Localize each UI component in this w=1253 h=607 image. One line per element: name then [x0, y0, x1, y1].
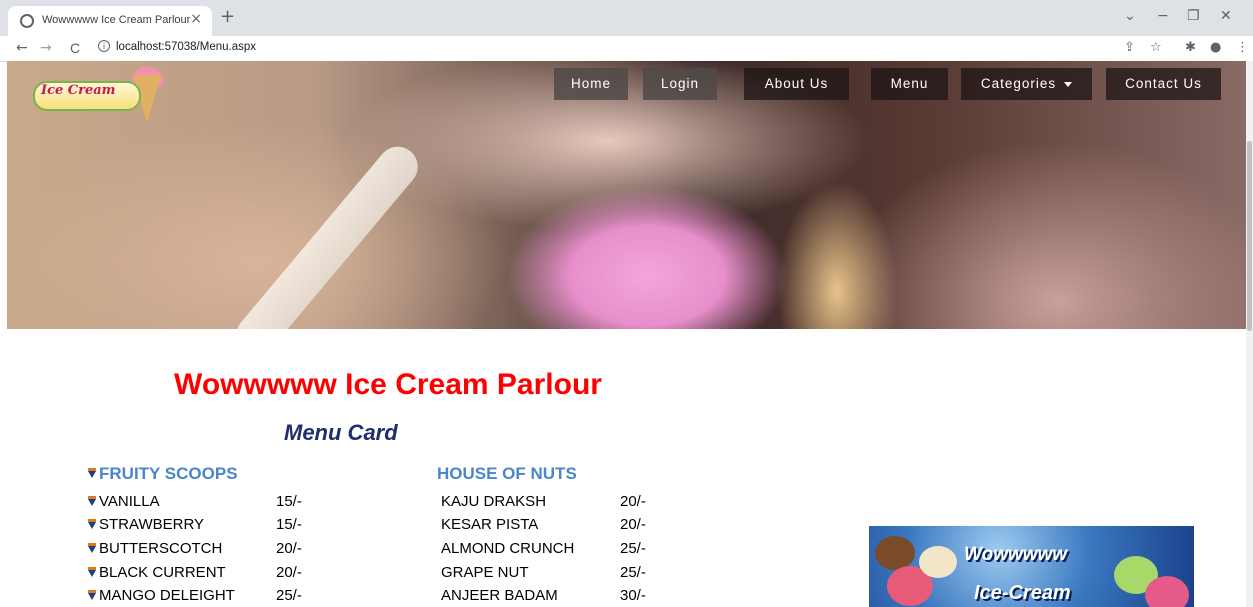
- bullet-icon: [88, 495, 96, 506]
- hero-banner: Ice Cream: [7, 61, 1246, 329]
- scrollbar-thumb[interactable]: [1247, 141, 1252, 331]
- item-price: 20/-: [620, 493, 646, 510]
- url-text[interactable]: localhost:57038/Menu.aspx: [116, 41, 256, 53]
- item-price: 20/-: [276, 564, 302, 581]
- site-logo[interactable]: Ice Cream: [21, 67, 171, 123]
- scoop-berry: [1145, 576, 1189, 607]
- list-item: BUTTERSCOTCH: [88, 540, 222, 557]
- promo-text-1: Wowwwww: [964, 544, 1068, 565]
- logo-text: Ice Cream: [41, 83, 116, 98]
- browser-toolbar: ← → C i localhost:57038/Menu.aspx ⇪ ☆ ✱ …: [0, 36, 1253, 62]
- globe-icon: [20, 14, 34, 28]
- caret-down-icon: [1064, 81, 1073, 87]
- menu-card-heading: Menu Card: [284, 420, 398, 445]
- scoop-chocolate: [875, 536, 915, 570]
- browser-tab-strip: Wowwwww Ice Cream Parlour × + ⌄ − ❐ ✕: [0, 0, 1253, 36]
- page-title: Wowwwww Ice Cream Parlour: [174, 368, 602, 401]
- minimize-button[interactable]: −: [1157, 8, 1169, 24]
- list-item: ANJEER BADAM: [441, 587, 558, 604]
- bullet-icon: [88, 589, 96, 600]
- browser-menu-icon[interactable]: ⋮: [1236, 40, 1249, 56]
- item-price: 25/-: [620, 564, 646, 581]
- bookmark-star-icon[interactable]: ☆: [1150, 40, 1162, 56]
- item-price: 25/-: [620, 540, 646, 557]
- item-price: 15/-: [276, 516, 302, 533]
- back-button[interactable]: ←: [16, 39, 28, 57]
- forward-button[interactable]: →: [40, 39, 52, 57]
- list-item: KESAR PISTA: [441, 516, 539, 533]
- tab-title: Wowwwww Ice Cream Parlour: [42, 14, 191, 26]
- address-bar[interactable]: i localhost:57038/Menu.aspx: [92, 38, 1102, 58]
- promo-text-2: Ice-Cream: [974, 582, 1071, 604]
- info-icon[interactable]: i: [98, 40, 110, 52]
- tab-search-icon[interactable]: ⌄: [1124, 8, 1136, 24]
- nav-categories-label: Categories: [980, 76, 1057, 91]
- restore-button[interactable]: ❐: [1187, 8, 1200, 24]
- bullet-icon: [88, 518, 96, 529]
- bullet-icon: [88, 468, 96, 479]
- extensions-icon[interactable]: ✱: [1185, 40, 1196, 56]
- nav-menu[interactable]: Menu: [871, 68, 948, 100]
- profile-icon[interactable]: ●: [1210, 40, 1221, 56]
- nav-categories[interactable]: Categories: [961, 68, 1092, 100]
- nav-home[interactable]: Home: [554, 68, 628, 100]
- item-price: 30/-: [620, 587, 646, 604]
- page-scrollbar[interactable]: [1246, 61, 1253, 607]
- close-window-button[interactable]: ✕: [1220, 8, 1232, 24]
- item-price: 25/-: [276, 587, 302, 604]
- house-of-nuts-heading: HOUSE OF NUTS: [437, 464, 577, 483]
- bullet-icon: [88, 542, 96, 553]
- nav-contact-us[interactable]: Contact Us: [1106, 68, 1221, 100]
- item-price: 20/-: [276, 540, 302, 557]
- list-item: MANGO DELEIGHT: [88, 587, 235, 604]
- list-item: GRAPE NUT: [441, 564, 529, 581]
- item-price: 15/-: [276, 493, 302, 510]
- list-item: BLACK CURRENT: [88, 564, 226, 581]
- promo-image: Wowwwww Ice-Cream: [869, 526, 1194, 607]
- list-item: KAJU DRAKSH: [441, 493, 547, 510]
- list-item: VANILLA: [88, 493, 160, 510]
- scoop-vanilla: [919, 546, 957, 578]
- close-tab-icon[interactable]: ×: [190, 11, 202, 27]
- nav-login[interactable]: Login: [643, 68, 717, 100]
- bullet-icon: [88, 566, 96, 577]
- browser-tab[interactable]: Wowwwww Ice Cream Parlour ×: [8, 6, 212, 36]
- item-price: 20/-: [620, 516, 646, 533]
- fruity-scoops-heading: FRUITY SCOOPS: [88, 464, 238, 484]
- list-item: ALMOND CRUNCH: [441, 540, 575, 557]
- hero-image-spoon: [228, 138, 426, 329]
- reload-button[interactable]: C: [70, 39, 80, 57]
- list-item: STRAWBERRY: [88, 516, 204, 533]
- share-icon[interactable]: ⇪: [1124, 40, 1135, 56]
- nav-about-us[interactable]: About Us: [744, 68, 849, 100]
- new-tab-button[interactable]: +: [220, 8, 235, 26]
